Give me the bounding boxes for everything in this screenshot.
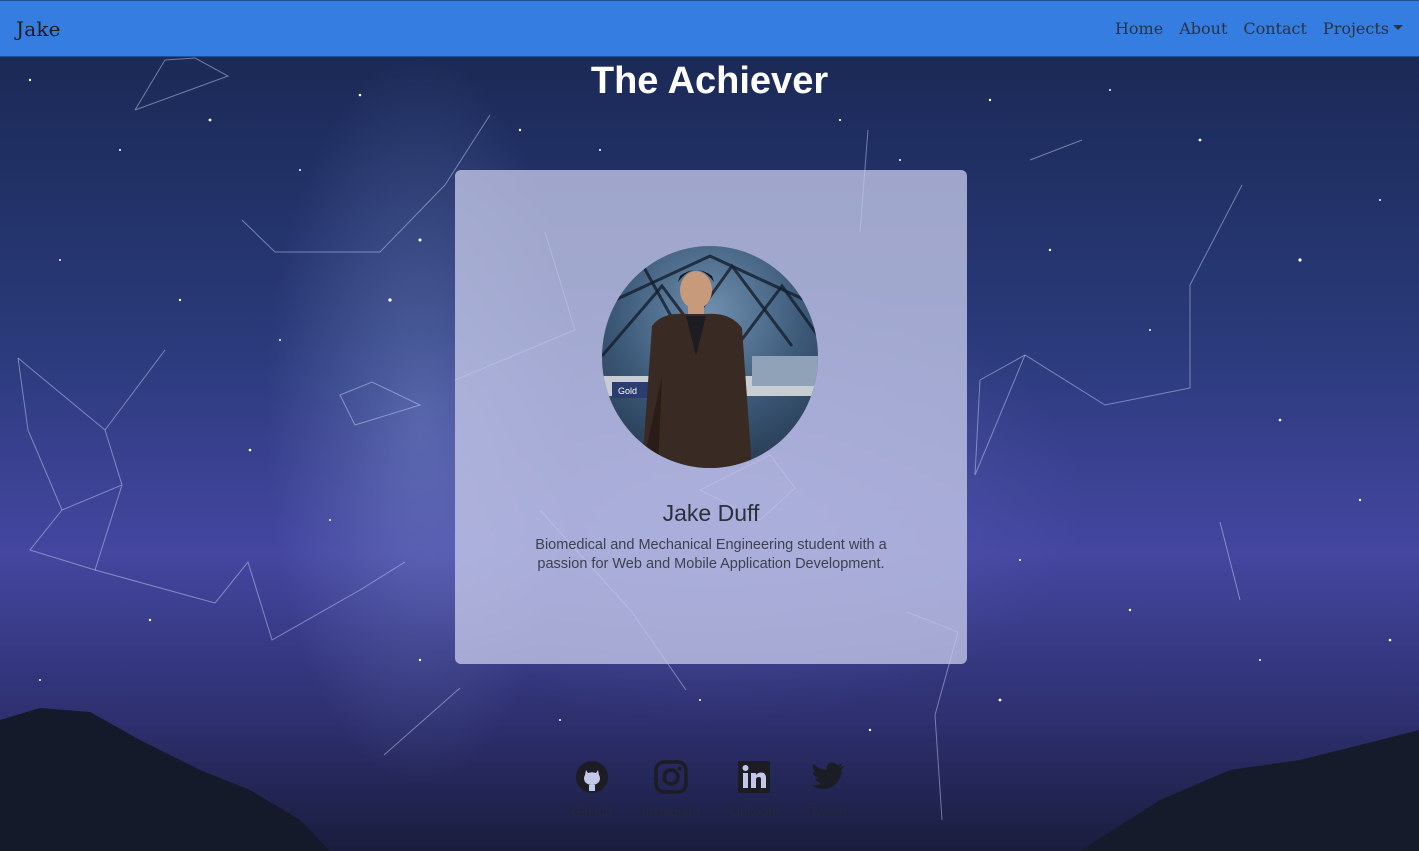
profile-name: Jake Duff	[662, 500, 760, 526]
nav-projects-label: Projects	[1322, 19, 1389, 38]
brand-logo[interactable]: Jake	[16, 17, 61, 41]
nav-contact[interactable]: Contact	[1243, 19, 1307, 38]
github-icon	[575, 758, 609, 796]
linkedin-label: LinkedIn	[729, 804, 780, 819]
github-link[interactable]: GitHub	[572, 758, 612, 819]
github-label: GitHub	[571, 804, 613, 819]
twitter-link[interactable]: Twitter	[809, 758, 847, 819]
twitter-label: Twitter	[809, 804, 848, 819]
linkedin-icon	[737, 758, 771, 796]
nav-projects-dropdown[interactable]: Projects	[1323, 19, 1403, 38]
profile-card: Gold Jake Duff Biomedical and Mechanical…	[455, 170, 967, 664]
social-links: GitHub Instagram LinkedIn Twitter	[0, 758, 1419, 819]
avatar: Gold	[602, 246, 818, 468]
nav-about[interactable]: About	[1179, 19, 1227, 38]
profile-bio: Biomedical and Mechanical Engineering st…	[535, 537, 887, 572]
top-navbar: Jake Home About Contact Projects	[0, 0, 1419, 57]
avatar-photo: Gold	[602, 246, 818, 468]
instagram-label: Instagram	[642, 804, 700, 819]
page-title: The Achiever	[590, 60, 829, 102]
chevron-down-icon	[1393, 25, 1403, 30]
twitter-icon	[811, 758, 845, 796]
nav-links: Home About Contact Projects	[1115, 19, 1403, 38]
linkedin-link[interactable]: LinkedIn	[730, 758, 779, 819]
photo-caption: Gold	[618, 386, 637, 396]
instagram-link[interactable]: Instagram	[642, 758, 700, 819]
instagram-icon	[654, 758, 688, 796]
nav-home[interactable]: Home	[1115, 19, 1163, 38]
